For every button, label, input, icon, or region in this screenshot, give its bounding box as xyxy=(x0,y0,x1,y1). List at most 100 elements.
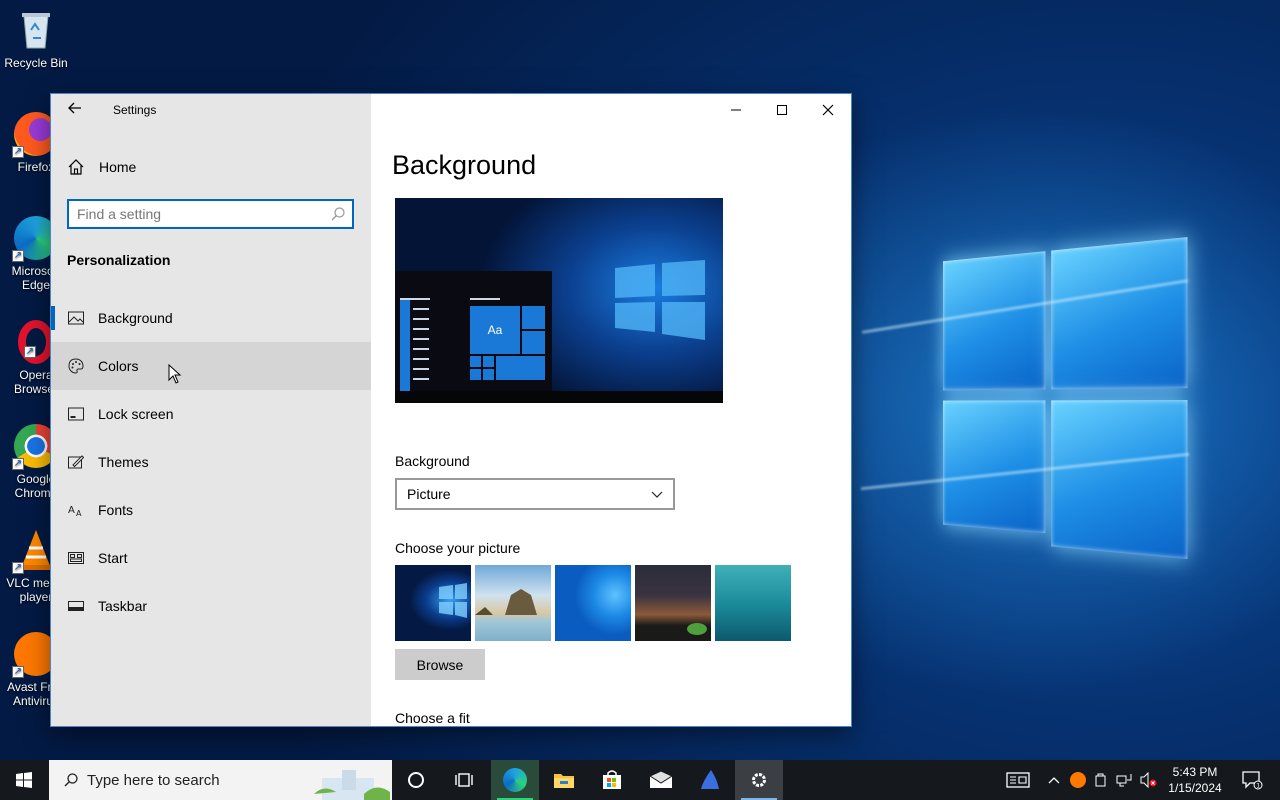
choose-fit-label: Choose a fit xyxy=(395,710,470,726)
nav-label: Start xyxy=(98,550,128,566)
picture-icon xyxy=(67,309,85,327)
nav-label: Fonts xyxy=(98,502,134,518)
settings-window: Settings Home Personalization Background xyxy=(51,94,851,726)
taskbar-search-box[interactable]: Type here to search xyxy=(49,760,392,800)
nav-item-themes[interactable]: Themes xyxy=(51,438,371,486)
lock-screen-icon xyxy=(67,405,85,423)
nav-label: Lock screen xyxy=(98,406,174,422)
action-center-button[interactable]: 1 xyxy=(1232,760,1272,800)
background-type-dropdown[interactable]: Picture xyxy=(395,478,675,510)
folder-icon xyxy=(554,774,574,788)
avast-tray-icon[interactable] xyxy=(1070,772,1086,788)
find-setting-search[interactable] xyxy=(67,199,354,229)
recycle-bin-icon xyxy=(14,8,58,52)
task-view-icon xyxy=(455,773,473,787)
desktop-preview: Aa xyxy=(395,198,723,403)
search-input[interactable] xyxy=(77,205,317,223)
search-icon xyxy=(64,773,78,787)
window-controls xyxy=(713,94,851,126)
search-icon xyxy=(330,206,346,222)
settings-content: Background Aa Background Picture Choose … xyxy=(371,94,851,726)
home-label: Home xyxy=(99,159,137,175)
sail-app-icon xyxy=(701,770,719,789)
nav-item-taskbar[interactable]: Taskbar xyxy=(51,582,371,630)
svg-text:A: A xyxy=(76,509,82,517)
opera-icon: ↗ xyxy=(18,320,54,364)
taskbar-settings[interactable] xyxy=(735,760,783,800)
thumbnail-blue-light[interactable] xyxy=(555,565,631,641)
taskbar-mail[interactable] xyxy=(637,760,685,800)
system-tray xyxy=(1006,760,1158,800)
windows-start-icon xyxy=(16,772,32,788)
nav-item-colors[interactable]: Colors xyxy=(51,342,371,390)
chevron-up-icon[interactable] xyxy=(1048,775,1060,785)
section-title: Personalization xyxy=(67,252,171,268)
title-bar: Settings xyxy=(51,94,371,126)
preview-windows-logo xyxy=(615,260,705,340)
gear-icon xyxy=(752,773,766,787)
nav-item-lock-screen[interactable]: Lock screen xyxy=(51,390,371,438)
preview-tile-text: Aa xyxy=(487,323,503,337)
notification-icon: 1 xyxy=(1242,771,1263,790)
taskbar-edge[interactable] xyxy=(491,760,539,800)
fonts-icon: AA xyxy=(67,501,85,519)
browse-button[interactable]: Browse xyxy=(395,649,485,680)
settings-sidebar: Settings Home Personalization Background xyxy=(51,94,371,726)
store-bag-icon xyxy=(603,770,621,789)
home-icon xyxy=(67,158,85,176)
close-button[interactable] xyxy=(805,94,851,126)
start-icon xyxy=(67,549,85,567)
desktop-icon-label: Recycle Bin xyxy=(4,56,68,70)
start-button[interactable] xyxy=(0,760,48,800)
preview-taskbar xyxy=(395,391,723,403)
nav-label: Themes xyxy=(98,454,149,470)
chevron-down-icon xyxy=(651,491,663,498)
home-nav-item[interactable]: Home xyxy=(67,152,367,182)
palette-icon xyxy=(67,357,85,375)
preview-start-menu: Aa xyxy=(395,271,552,403)
desktop-icon-label: Firefox xyxy=(17,160,55,174)
thumbnail-night-sky[interactable] xyxy=(635,565,711,641)
app-title: Settings xyxy=(113,103,157,117)
minimize-button[interactable] xyxy=(713,94,759,126)
mail-icon xyxy=(649,771,673,788)
svg-text:1: 1 xyxy=(1256,783,1260,790)
desktop-icon-recycle-bin[interactable]: Recycle Bin xyxy=(2,8,70,70)
cortana-circle-icon xyxy=(408,772,424,788)
nav-label: Taskbar xyxy=(98,598,148,614)
clock-time: 5:43 PM xyxy=(1172,765,1218,779)
nav-item-fonts[interactable]: AA Fonts xyxy=(51,486,371,534)
background-label: Background xyxy=(395,453,470,469)
nav-item-background[interactable]: Background xyxy=(51,294,371,342)
thumbnail-underwater[interactable] xyxy=(715,565,791,641)
network-icon[interactable] xyxy=(1116,772,1132,788)
preview-tile: Aa xyxy=(470,306,520,354)
thumbnail-windows[interactable] xyxy=(395,565,471,641)
taskbar-file-explorer[interactable] xyxy=(540,760,588,800)
page-title: Background xyxy=(392,150,537,180)
task-view-button[interactable] xyxy=(440,760,488,800)
volume-muted-icon[interactable] xyxy=(1140,772,1158,788)
edge-icon xyxy=(503,768,527,792)
back-arrow-icon[interactable] xyxy=(65,100,85,120)
maximize-icon xyxy=(777,105,787,115)
clock-date: 1/15/2024 xyxy=(1168,781,1222,795)
nav-label: Colors xyxy=(98,358,139,374)
taskbar-icon xyxy=(67,597,85,615)
themes-icon xyxy=(67,453,85,471)
cortana-button[interactable] xyxy=(392,760,440,800)
choose-picture-label: Choose your picture xyxy=(395,540,521,556)
meet-now-icon[interactable] xyxy=(1094,772,1108,788)
minimize-icon xyxy=(731,109,741,111)
maximize-button[interactable] xyxy=(759,94,805,126)
dropdown-value: Picture xyxy=(407,486,451,502)
nav-item-start[interactable]: Start xyxy=(51,534,371,582)
taskbar-search-placeholder: Type here to search xyxy=(87,771,220,789)
search-highlight-illustration xyxy=(314,770,390,800)
taskbar-store[interactable] xyxy=(588,760,636,800)
taskbar-clock[interactable]: 5:43 PM 1/15/2024 xyxy=(1162,764,1228,796)
news-widget-icon[interactable] xyxy=(1006,772,1030,788)
thumbnail-beach-rocks[interactable] xyxy=(475,565,551,641)
taskbar-app-blue[interactable] xyxy=(686,760,734,800)
mouse-cursor-icon xyxy=(168,364,182,384)
